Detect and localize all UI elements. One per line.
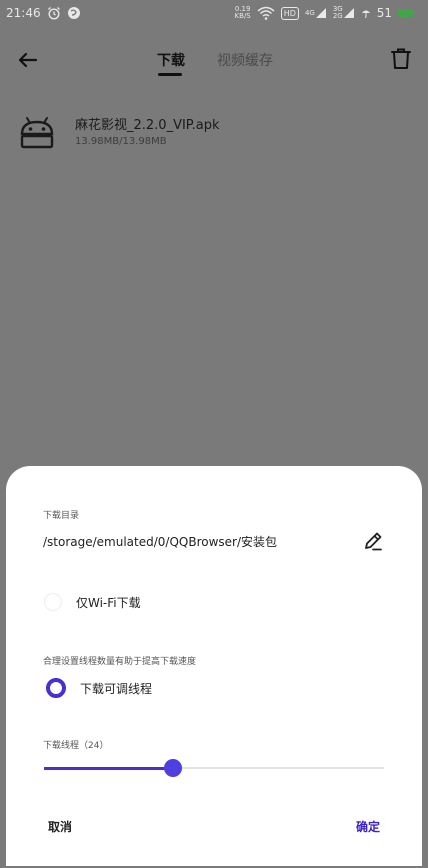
browser-icon [67, 6, 81, 20]
thread-tip: 合理设置线程数量有助于提高下载速度 [43, 657, 197, 667]
wifi-only-label: 仅Wi-Fi下载 [76, 595, 141, 610]
android-apk-icon [18, 114, 56, 150]
status-bar: 21:46 0.19 KB/S HD 4G 3G 2G 51 [0, 0, 428, 26]
alarm-icon [47, 6, 61, 20]
signal-icon-sim1: 4G [305, 7, 327, 19]
back-button[interactable] [14, 46, 42, 74]
download-list-item[interactable]: 麻花影视_2.2.0_VIP.apk 13.98MB/13.98MB [0, 104, 428, 160]
wifi-only-option[interactable]: 仅Wi-Fi下载 [44, 593, 141, 611]
signal-icon-sim2: 3G 2G [333, 6, 355, 20]
edit-directory-button[interactable] [362, 530, 384, 552]
slider-fill [44, 766, 174, 770]
adjustable-threads-option[interactable]: 下载可调线程 [46, 678, 152, 698]
delete-button[interactable] [388, 46, 414, 72]
adjustable-threads-radio[interactable] [46, 678, 66, 698]
hd-badge: HD [280, 6, 299, 20]
clock: 21:46 [6, 6, 41, 20]
tab-indicator [158, 73, 182, 76]
confirm-button[interactable]: 确定 [356, 818, 380, 835]
trash-icon [391, 48, 411, 69]
sim2-network-tag: 3G 2G [333, 6, 343, 20]
directory-label: 下载目录 [43, 511, 80, 521]
threads-slider[interactable] [44, 759, 384, 777]
wifi-icon [257, 6, 275, 20]
adjustable-threads-label: 下载可调线程 [80, 681, 153, 696]
download-settings-sheet: 下载目录 /storage/emulated/0/QQBrowser/安装包 仅… [6, 466, 422, 866]
cancel-button[interactable]: 取消 [48, 818, 72, 835]
network-speed: 0.19 KB/S [235, 6, 251, 20]
sim2-tag-bottom: 2G [332, 12, 343, 20]
threads-label: 下载线程（24） [43, 741, 109, 751]
sim1-network-tag: 4G [304, 8, 315, 17]
app-bar: 下载 视频缓存 [0, 38, 428, 82]
tab-video-cache[interactable]: 视频缓存 [217, 50, 273, 70]
arrow-left-icon [18, 52, 38, 68]
pencil-icon [365, 532, 382, 551]
net-speed-unit: KB/S [234, 12, 251, 20]
battery-icon [398, 9, 414, 17]
tab-download[interactable]: 下载 [157, 50, 185, 70]
umbrella-icon [361, 8, 371, 18]
wifi-only-radio[interactable] [44, 593, 62, 611]
file-size: 13.98MB/13.98MB [75, 136, 167, 147]
directory-path: /storage/emulated/0/QQBrowser/安装包 [43, 535, 278, 549]
battery-level: 51 [376, 6, 392, 20]
file-name: 麻花影视_2.2.0_VIP.apk [75, 118, 220, 133]
slider-thumb[interactable] [164, 759, 183, 777]
